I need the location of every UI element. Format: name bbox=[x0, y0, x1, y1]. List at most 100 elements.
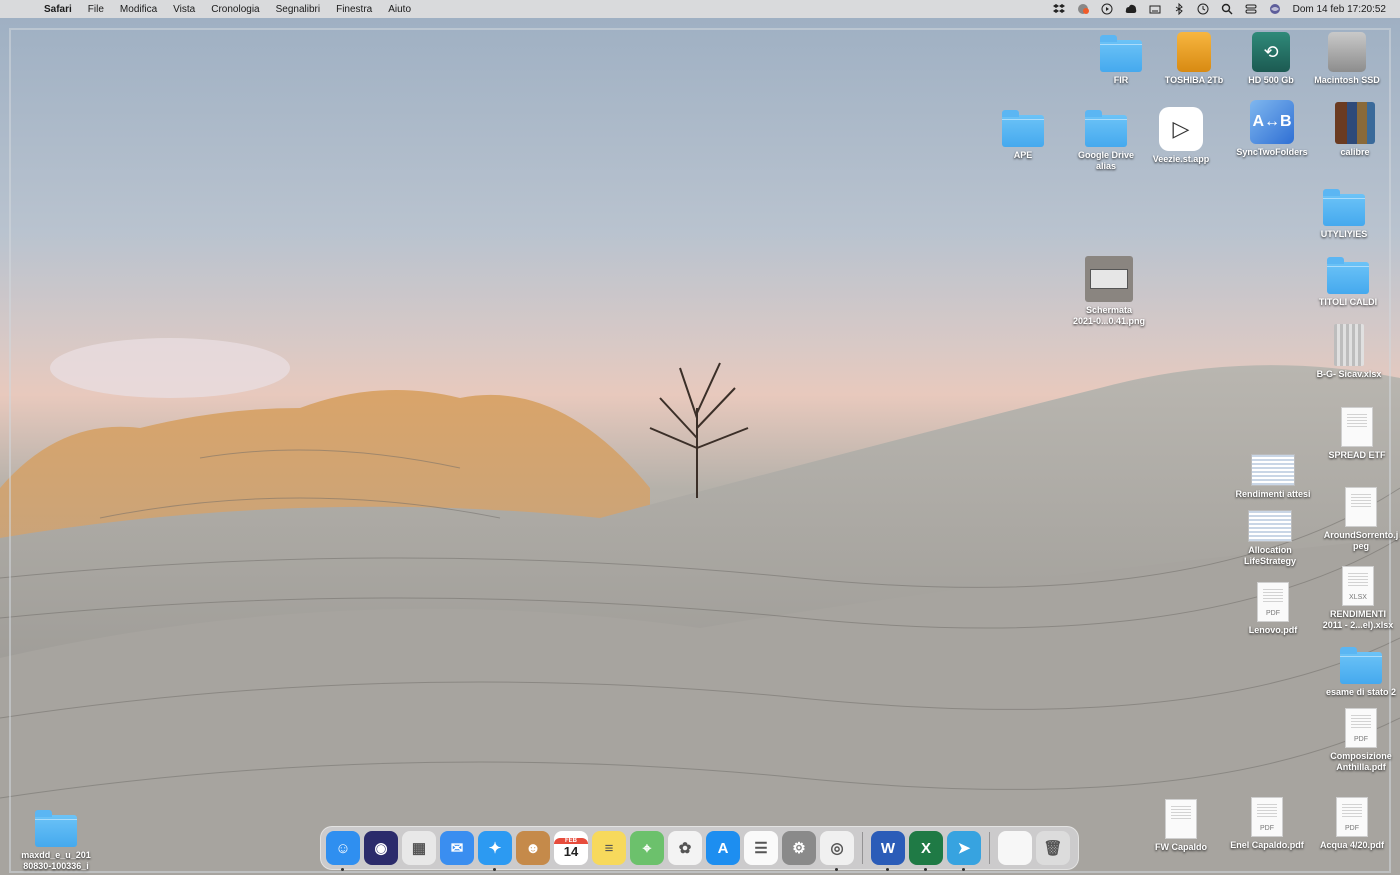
desktop-icon-rendimenti-attesi[interactable]: Rendimenti attesi bbox=[1227, 442, 1319, 500]
photos-icon[interactable]: ✿ bbox=[668, 831, 702, 865]
keyboard-icon[interactable] bbox=[1149, 3, 1161, 15]
excel-icon[interactable]: X bbox=[909, 831, 943, 871]
desktop-icon-enel-capaldo[interactable]: PDF Enel Capaldo.pdf bbox=[1221, 793, 1313, 851]
menu-finestra[interactable]: Finestra bbox=[328, 4, 380, 15]
dropbox-icon[interactable] bbox=[1052, 3, 1065, 15]
desktop-icon-label: Composizione Anthilla.pdf bbox=[1330, 751, 1392, 772]
search-icon[interactable] bbox=[1221, 3, 1233, 15]
dock: ☺ ◉ ▦ ✉ ✦ ☻ FEB 14 ≡ ⌖ ✿ A ☰ ⚙ ◎ W X ➤ 🗑 bbox=[320, 826, 1079, 871]
external-drive-icon bbox=[1177, 32, 1211, 72]
xlsx-file-icon: XLSX bbox=[1342, 566, 1374, 606]
notes-icon[interactable]: ≡ bbox=[592, 831, 626, 865]
launchpad-icon[interactable]: ▦ bbox=[402, 831, 436, 865]
desktop-icon-utyliyies[interactable]: UTYLIYIES bbox=[1298, 182, 1390, 240]
desktop-icon-label: Enel Capaldo.pdf bbox=[1230, 840, 1304, 850]
reminders-icon[interactable]: ☰ bbox=[744, 831, 778, 865]
menu-file[interactable]: File bbox=[80, 4, 112, 15]
safari-icon[interactable]: ✦ bbox=[478, 831, 512, 871]
desktop-icon-screenshot[interactable]: Schermata 2021-0...0.41.png bbox=[1063, 256, 1155, 327]
play-icon[interactable] bbox=[1101, 3, 1113, 15]
document-icon bbox=[1165, 799, 1197, 839]
maps-icon[interactable]: ⌖ bbox=[630, 831, 664, 865]
time-machine-icon[interactable] bbox=[1197, 3, 1209, 15]
menu-aiuto[interactable]: Aiuto bbox=[380, 4, 419, 15]
menu-vista[interactable]: Vista bbox=[165, 4, 203, 15]
desktop-icon-acqua[interactable]: PDF Acqua 4/20.pdf bbox=[1306, 793, 1398, 851]
desktop-icon-label: esame di stato 2 bbox=[1325, 687, 1397, 697]
menu-app-name[interactable]: Safari bbox=[36, 4, 80, 15]
pdf-file-icon: PDF bbox=[1257, 582, 1289, 622]
menu-cronologia[interactable]: Cronologia bbox=[203, 4, 267, 15]
desktop-icon-label: Macintosh SSD bbox=[1314, 75, 1380, 85]
desktop-icon-synctwofolders[interactable]: A↔B SyncTwoFolders bbox=[1226, 100, 1318, 158]
menu-modifica[interactable]: Modifica bbox=[112, 4, 165, 15]
calibre-app-icon bbox=[1335, 102, 1375, 144]
folder-icon bbox=[1327, 257, 1369, 294]
desktop-icon-label: Lenovo.pdf bbox=[1248, 625, 1298, 635]
desktop-icon-label: maxdd_e_u_201 80830-100336_i bbox=[21, 850, 91, 871]
desktop-icon-composizione-anthilla[interactable]: PDF Composizione Anthilla.pdf bbox=[1315, 704, 1400, 773]
cloud-icon[interactable] bbox=[1125, 3, 1137, 15]
desktop-icon-label: UTYLIYIES bbox=[1320, 229, 1368, 239]
desktop-icon-label: Allocation LifeStrategy bbox=[1243, 545, 1296, 566]
calendar-icon[interactable]: FEB 14 bbox=[554, 831, 588, 865]
desktop-icon-rendimenti-xlsx[interactable]: XLSX RENDIMENTI 2011 - 2...el).xlsx bbox=[1312, 562, 1400, 631]
desktop-icon-ape[interactable]: APE bbox=[977, 103, 1069, 161]
control-center-icon[interactable] bbox=[1245, 3, 1257, 15]
pdf-file-icon: PDF bbox=[1336, 797, 1368, 837]
desktop-icon-label: Google Drive alias bbox=[1077, 150, 1134, 171]
notification-icon[interactable] bbox=[1077, 3, 1089, 15]
siri-icon[interactable] bbox=[1269, 3, 1281, 15]
image-file-icon bbox=[1345, 487, 1377, 527]
archive-file-icon bbox=[1334, 324, 1364, 366]
desktop-icon-maxdd[interactable]: maxdd_e_u_201 80830-100336_i bbox=[10, 803, 102, 872]
finder-icon[interactable]: ☺ bbox=[326, 831, 360, 871]
desktop-icon-esame-di-stato[interactable]: esame di stato 2 bbox=[1315, 640, 1400, 698]
desktop-icon-calibre[interactable]: calibre bbox=[1309, 100, 1400, 158]
desktop-icon-label: FW Capaldo bbox=[1155, 842, 1207, 852]
desktop-icon-veezie[interactable]: ▷ Veezie.st.app bbox=[1135, 107, 1227, 165]
desktop-icon-lenovo-pdf[interactable]: PDF Lenovo.pdf bbox=[1227, 578, 1319, 636]
desktop-icon-aroundsorrento[interactable]: AroundSorrento.j peg bbox=[1315, 483, 1400, 552]
desktop-icon-label: calibre bbox=[1340, 147, 1370, 157]
desktop-icon-label: APE bbox=[1013, 150, 1033, 160]
folder-icon bbox=[1340, 647, 1382, 684]
pdf-file-icon: PDF bbox=[1345, 708, 1377, 748]
chrome-icon[interactable]: ◎ bbox=[820, 831, 854, 871]
desktop-icon-label: RENDIMENTI 2011 - 2...el).xlsx bbox=[1322, 609, 1394, 630]
desktop-icon-label: B-G- Sicav.xlsx bbox=[1316, 369, 1382, 379]
menu-segnalibri[interactable]: Segnalibri bbox=[268, 4, 328, 15]
menu-bar: Safari File Modifica Vista Cronologia Se… bbox=[0, 0, 1400, 18]
document-icon bbox=[1341, 407, 1373, 447]
folder-icon bbox=[1002, 110, 1044, 147]
desktop-icon-label: SPREAD ETF bbox=[1328, 450, 1386, 460]
document-stack-icon[interactable] bbox=[998, 831, 1032, 865]
desktop-icon-spread-etf[interactable]: SPREAD ETF bbox=[1311, 403, 1400, 461]
internal-drive-icon bbox=[1328, 32, 1366, 72]
siri-icon[interactable]: ◉ bbox=[364, 831, 398, 865]
system-preferences-icon[interactable]: ⚙ bbox=[782, 831, 816, 865]
calendar-day-label: 14 bbox=[563, 843, 579, 859]
time-machine-drive-icon: ⟲ bbox=[1252, 32, 1290, 72]
bluetooth-icon[interactable] bbox=[1173, 3, 1185, 15]
telegram-icon[interactable]: ➤ bbox=[947, 831, 981, 871]
desktop-icon-macintosh-ssd[interactable]: Macintosh SSD bbox=[1301, 28, 1393, 86]
dock-separator bbox=[862, 832, 863, 864]
desktop-icon-titoli-caldi[interactable]: TITOLI CALDI bbox=[1302, 250, 1394, 308]
folder-icon bbox=[1323, 189, 1365, 226]
trash-icon[interactable]: 🗑 bbox=[1036, 831, 1070, 865]
dock-separator bbox=[989, 832, 990, 864]
contacts-icon[interactable]: ☻ bbox=[516, 831, 550, 865]
folder-icon bbox=[35, 810, 77, 847]
desktop-icon-bg-sicav[interactable]: B-G- Sicav.xlsx bbox=[1303, 322, 1395, 380]
pdf-file-icon: PDF bbox=[1251, 797, 1283, 837]
menu-bar-clock[interactable]: Dom 14 feb 17:20:52 bbox=[1293, 4, 1386, 15]
app-store-icon[interactable]: A bbox=[706, 831, 740, 865]
spreadsheet-thumbnail-icon bbox=[1251, 454, 1295, 486]
mail-icon[interactable]: ✉ bbox=[440, 831, 474, 865]
desktop-icon-fw-capaldo[interactable]: FW Capaldo bbox=[1135, 795, 1227, 853]
word-icon[interactable]: W bbox=[871, 831, 905, 871]
desktop-icon-allocation[interactable]: Allocation LifeStrategy bbox=[1224, 498, 1316, 567]
desktop-icon-label: TITOLI CALDI bbox=[1318, 297, 1378, 307]
desktop-icon-label: Schermata 2021-0...0.41.png bbox=[1072, 305, 1146, 326]
